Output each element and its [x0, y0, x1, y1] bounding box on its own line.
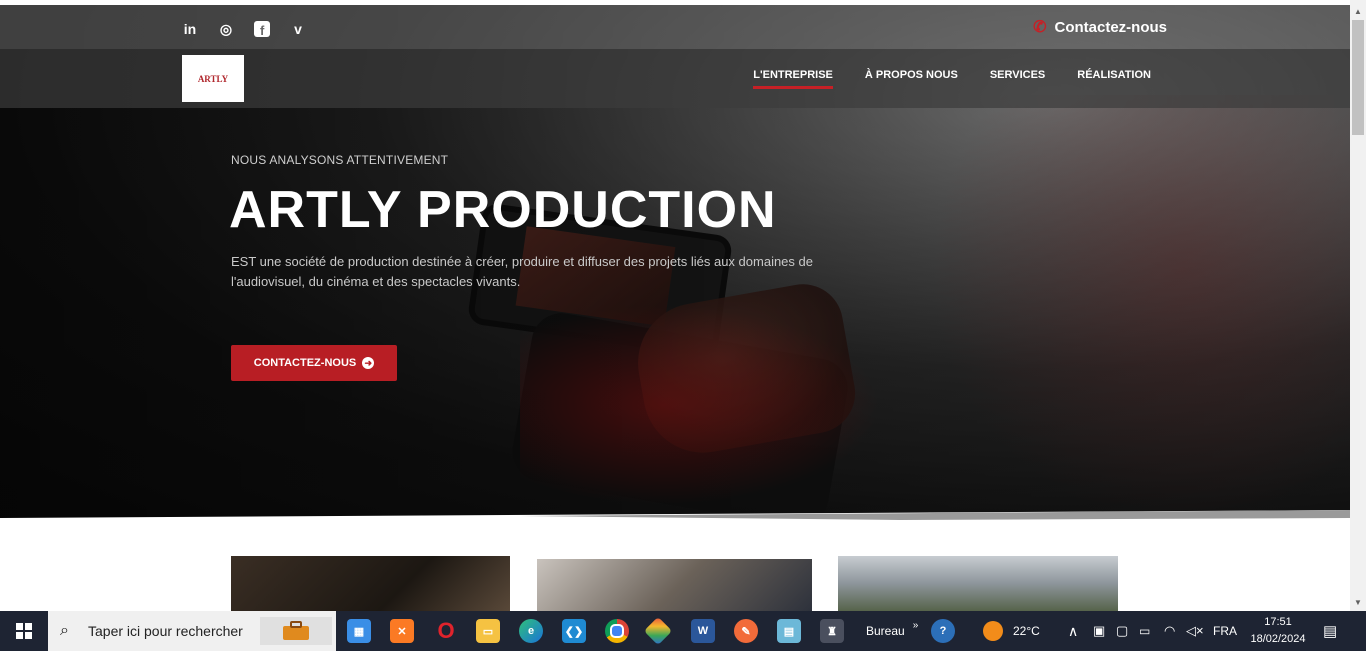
taskbar-search[interactable]: ⌕ Taper ici pour rechercher: [48, 611, 336, 651]
cta-label: CONTACTEZ-NOUS: [253, 357, 357, 369]
language-indicator[interactable]: FRA: [1213, 611, 1237, 651]
word-icon[interactable]: W: [691, 619, 715, 643]
nav-item-realisation[interactable]: RÉALISATION: [1077, 69, 1151, 89]
vscode-icon[interactable]: ❮❯: [562, 619, 586, 643]
desktop-label: Bureau: [866, 624, 905, 638]
windows-taskbar: ⌕ Taper ici pour rechercher ▦ ✕ O ▭ e ❮❯…: [0, 611, 1366, 651]
facebook-icon[interactable]: f: [252, 19, 272, 39]
search-highlight-icon[interactable]: [260, 617, 332, 645]
nav-item-entreprise[interactable]: L'ENTREPRISE: [753, 69, 833, 89]
vimeo-icon[interactable]: v: [288, 19, 308, 39]
page-scrollbar[interactable]: ▲ ▼: [1350, 0, 1366, 611]
language-label: FRA: [1213, 624, 1237, 638]
browser-viewport: in ◎ f v ✆ Contactez-nous ARTLY L'ENTREP…: [0, 0, 1350, 611]
pen-app-icon[interactable]: ✎: [734, 619, 758, 643]
battery-icon[interactable]: ▭: [1139, 611, 1150, 651]
help-icon[interactable]: ?: [931, 619, 955, 643]
nav-item-a-propos[interactable]: À PROPOS NOUS: [865, 69, 958, 89]
main-nav: L'ENTREPRISE À PROPOS NOUS SERVICES RÉAL…: [753, 69, 1151, 89]
contact-label: Contactez-nous: [1054, 18, 1168, 36]
store-icon[interactable]: ▦: [347, 619, 371, 643]
phone-icon: ✆: [1033, 19, 1047, 36]
active-app-icon[interactable]: ♜: [820, 619, 844, 643]
chevron-right-icon: »: [912, 619, 919, 631]
scroll-down-icon[interactable]: ▼: [1350, 595, 1366, 609]
desktop-toolbar[interactable]: Bureau »: [866, 611, 918, 651]
hero-description: EST une société de production destinée à…: [231, 254, 813, 289]
arrow-right-icon: ➜: [362, 357, 375, 369]
logo-text: ARTLY: [197, 73, 229, 84]
scrollbar-thumb[interactable]: [1352, 20, 1364, 135]
linkedin-icon[interactable]: in: [180, 19, 200, 39]
xampp-icon[interactable]: ✕: [390, 619, 414, 643]
chrome-icon[interactable]: [605, 619, 629, 643]
windows-icon: [16, 623, 32, 639]
screen-icon[interactable]: ▢: [1116, 611, 1128, 651]
clock-date: 18/02/2024: [1250, 633, 1306, 645]
file-explorer-icon[interactable]: ▭: [476, 619, 500, 643]
opera-icon[interactable]: O: [434, 618, 458, 643]
sun-icon: [983, 621, 1003, 641]
show-hidden-icons[interactable]: ∧: [1068, 611, 1078, 651]
scroll-up-icon[interactable]: ▲: [1350, 4, 1366, 18]
top-bar: in ◎ f v ✆ Contactez-nous: [0, 5, 1350, 49]
hero-title: ARTLY PRODUCTION: [229, 181, 777, 239]
clock-time: 17:51: [1264, 616, 1292, 628]
start-button[interactable]: [0, 611, 48, 651]
project-thumbnail-3[interactable]: [838, 556, 1118, 611]
site-logo[interactable]: ARTLY: [182, 55, 244, 102]
contact-cta-button[interactable]: CONTACTEZ-NOUS ➜: [231, 345, 397, 381]
contact-link[interactable]: ✆ Contactez-nous: [1033, 17, 1167, 37]
social-links: in ◎ f v: [180, 19, 308, 39]
notepad-icon[interactable]: ▤: [777, 619, 801, 643]
meet-icon[interactable]: ▣: [1093, 611, 1105, 651]
project-thumbnail-1[interactable]: [231, 556, 510, 611]
search-icon: ⌕: [60, 622, 69, 639]
instagram-icon[interactable]: ◎: [216, 19, 236, 39]
hero-slant-divider: [0, 510, 1350, 525]
weather-widget[interactable]: 22°C: [983, 611, 1040, 651]
notifications-icon[interactable]: ▤: [1323, 611, 1337, 651]
svg-text:f: f: [260, 23, 265, 37]
search-placeholder: Taper ici pour rechercher: [88, 623, 243, 639]
edge-icon[interactable]: e: [519, 619, 543, 643]
main-navbar: ARTLY L'ENTREPRISE À PROPOS NOUS SERVICE…: [0, 49, 1350, 108]
weather-temp: 22°C: [1013, 624, 1040, 638]
volume-muted-icon[interactable]: ◁×: [1186, 611, 1204, 651]
nav-item-services[interactable]: SERVICES: [990, 69, 1045, 89]
project-thumbnail-2[interactable]: [537, 559, 812, 611]
wifi-icon[interactable]: ◠: [1164, 611, 1175, 651]
sourcetree-icon[interactable]: [643, 616, 673, 646]
taskbar-clock[interactable]: 17:51 18/02/2024: [1244, 614, 1312, 648]
hero-kicker: NOUS ANALYSONS ATTENTIVEMENT: [231, 153, 449, 167]
